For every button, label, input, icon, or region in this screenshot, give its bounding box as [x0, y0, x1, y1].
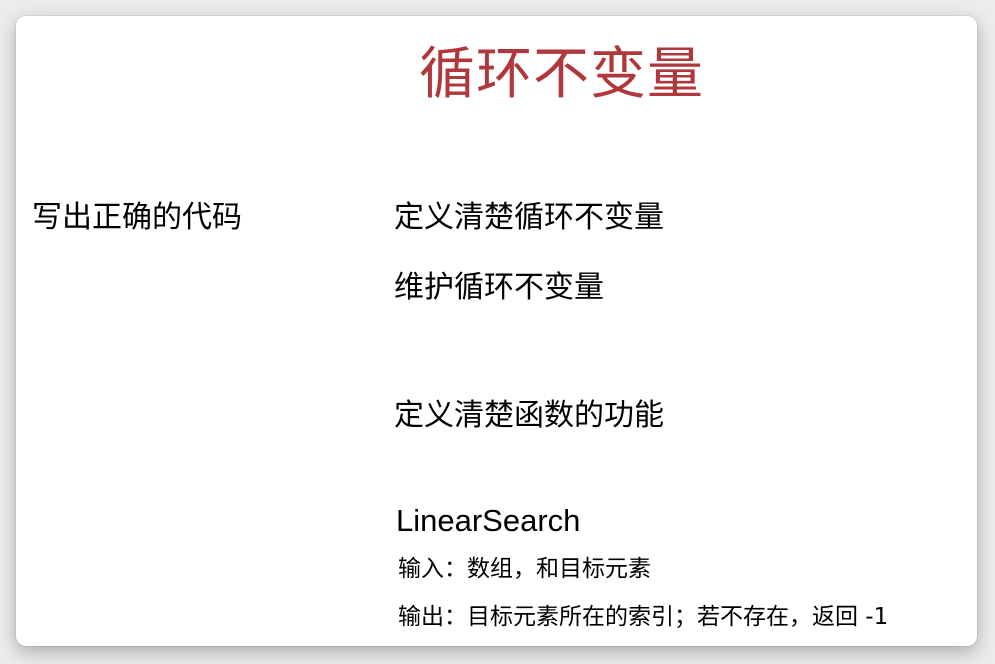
- slide-window: 循环不变量 写出正确的代码 定义清楚循环不变量 维护循环不变量 定义清楚函数的功…: [16, 16, 977, 646]
- slide-title: 循环不变量: [419, 42, 704, 107]
- function-output-detail: 输出：目标元素所在的索引；若不存在，返回 -1: [398, 604, 889, 630]
- point-maintain-invariant: 维护循环不变量: [394, 270, 604, 305]
- point-define-invariant: 定义清楚循环不变量: [394, 200, 664, 235]
- function-name: LinearSearch: [396, 503, 581, 538]
- function-input-detail: 输入：数组，和目标元素: [398, 556, 651, 582]
- point-define-function: 定义清楚函数的功能: [394, 398, 664, 433]
- side-label: 写出正确的代码: [32, 200, 242, 235]
